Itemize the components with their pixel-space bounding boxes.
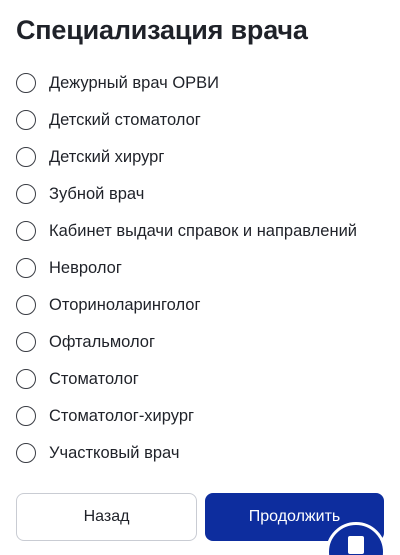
specialization-option[interactable]: Детский хирург <box>16 138 396 175</box>
option-label: Стоматолог <box>49 369 139 388</box>
specialization-option[interactable]: Зубной врач <box>16 175 396 212</box>
chat-icon <box>348 536 364 554</box>
option-label: Оториноларинголог <box>49 295 201 314</box>
specialization-option[interactable]: Невролог <box>16 249 396 286</box>
specialization-option[interactable]: Оториноларинголог <box>16 286 396 323</box>
option-label: Детский стоматолог <box>49 110 201 129</box>
option-label: Дежурный врач ОРВИ <box>49 73 220 92</box>
radio-button[interactable] <box>16 183 36 204</box>
specialization-option[interactable]: Офтальмолог <box>16 323 396 360</box>
option-label: Кабинет выдачи справок и направлений <box>49 221 358 240</box>
option-label: Зубной врач <box>49 184 145 203</box>
option-label: Стоматолог-хирург <box>49 406 195 425</box>
radio-button[interactable] <box>16 72 36 93</box>
specialization-option[interactable]: Участковый врач <box>16 434 396 471</box>
specialization-list: Дежурный врач ОРВИ Детский стоматолог Де… <box>16 64 396 471</box>
specialization-option[interactable]: Кабинет выдачи справок и направлений <box>16 212 396 249</box>
radio-button[interactable] <box>16 109 36 130</box>
specialization-option[interactable]: Стоматолог <box>16 360 396 397</box>
radio-button[interactable] <box>16 442 36 463</box>
specialization-option[interactable]: Стоматолог-хирург <box>16 397 396 434</box>
option-label: Детский хирург <box>49 147 165 166</box>
radio-button[interactable] <box>16 331 36 352</box>
radio-button[interactable] <box>16 257 36 278</box>
footer-actions: Назад Продолжить <box>16 493 384 541</box>
option-label: Участковый врач <box>49 443 180 462</box>
specialization-option[interactable]: Детский стоматолог <box>16 101 396 138</box>
radio-button[interactable] <box>16 294 36 315</box>
radio-button[interactable] <box>16 405 36 426</box>
page-title: Специализация врача <box>16 15 308 45</box>
radio-button[interactable] <box>16 220 36 241</box>
option-label: Невролог <box>49 258 122 277</box>
option-label: Офтальмолог <box>49 332 155 351</box>
specialization-screen: Специализация врача Дежурный врач ОРВИ Д… <box>0 0 400 555</box>
specialization-option[interactable]: Дежурный врач ОРВИ <box>16 64 396 101</box>
radio-button[interactable] <box>16 146 36 167</box>
radio-button[interactable] <box>16 368 36 389</box>
back-button[interactable]: Назад <box>16 493 197 541</box>
